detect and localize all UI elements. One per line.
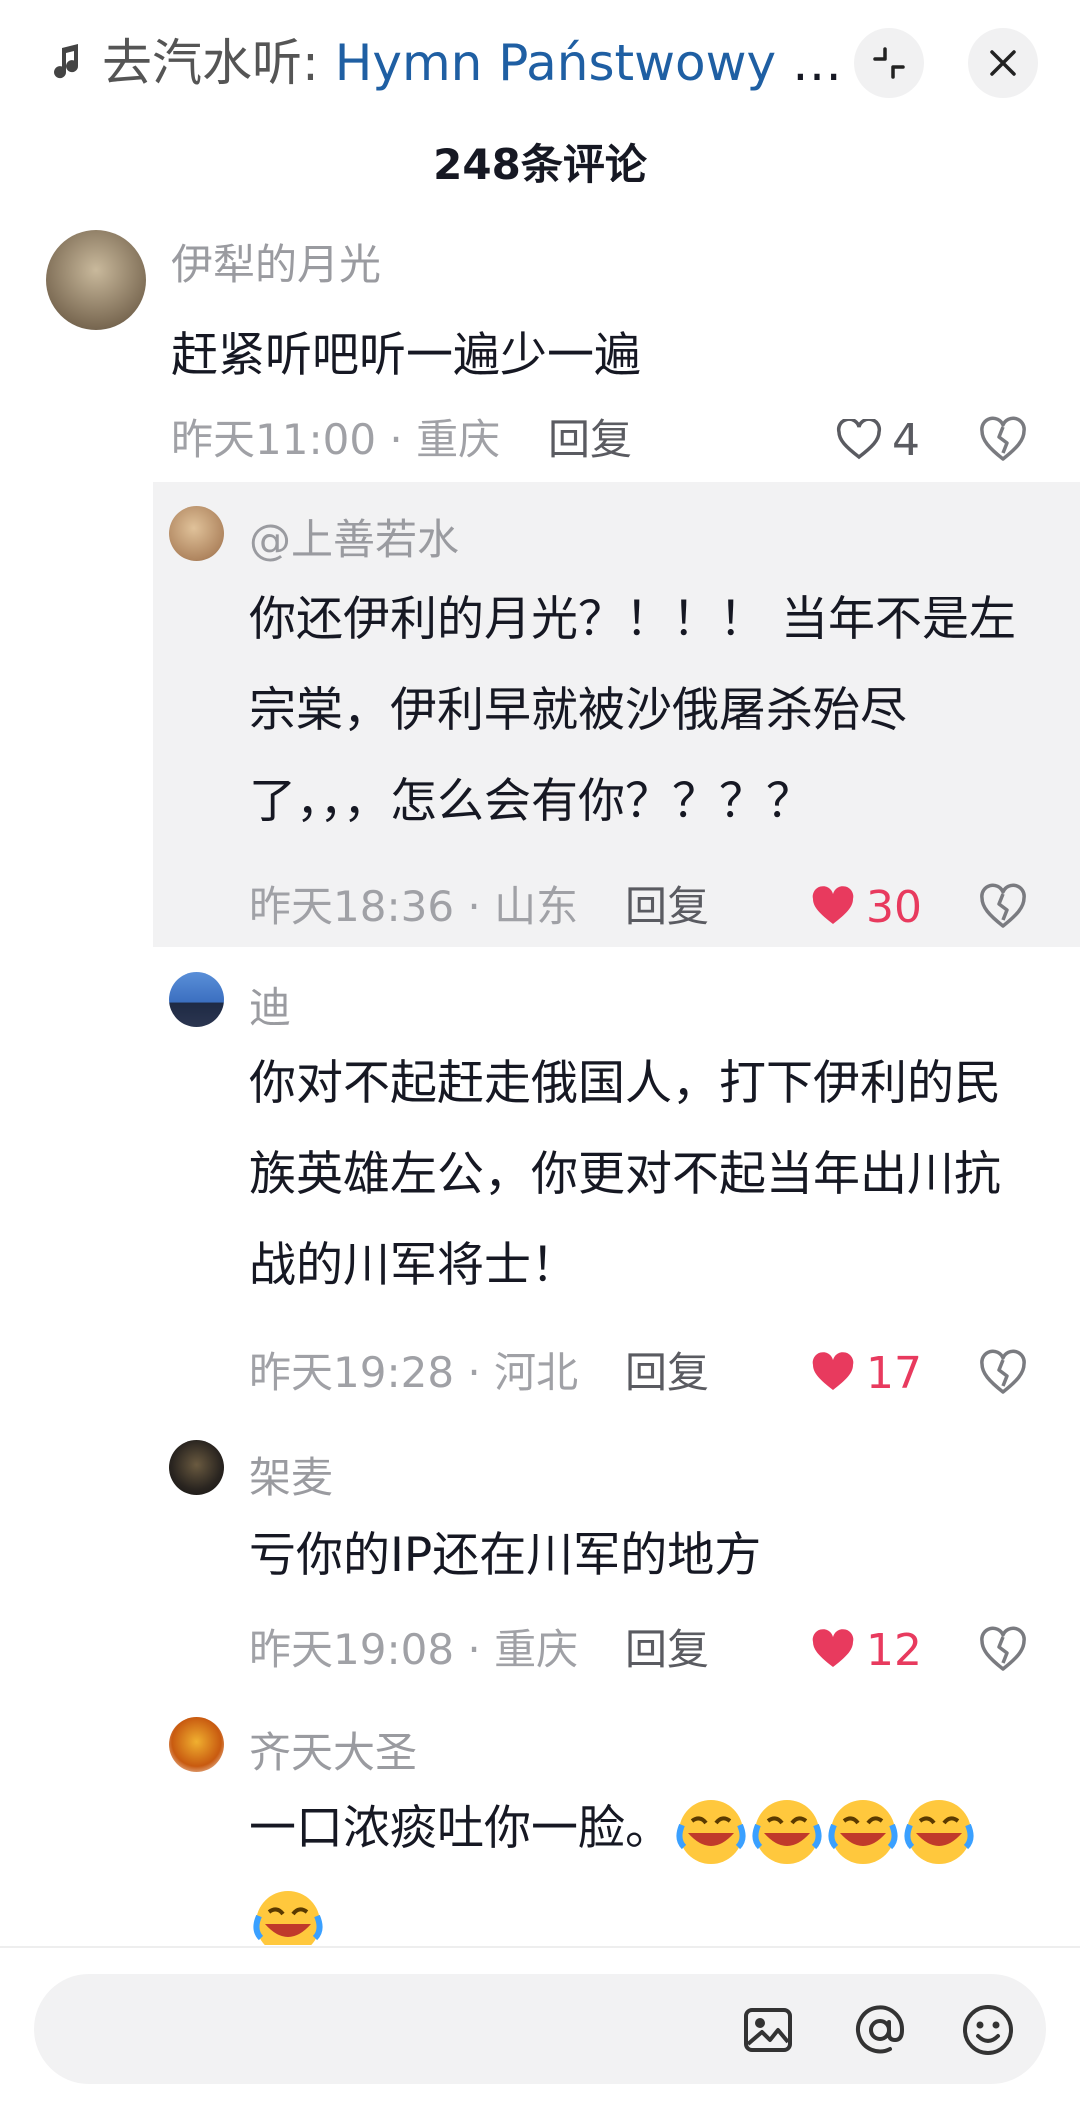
- emoji-face-icon[interactable]: [958, 2000, 1018, 2060]
- comment-text: 亏你的IP还在川军的地方: [249, 1528, 762, 1583]
- laughing-crying-emoji: [904, 1799, 974, 1864]
- like-count: 17: [866, 1347, 922, 1399]
- comment-item: 架麦 亏你的IP还在川军的地方 昨天19:08 · 重庆 回复 12: [0, 1430, 1080, 1676]
- avatar[interactable]: [169, 972, 224, 1027]
- listen-on-app-link[interactable]: 去汽水听: Hymn Państwowy U...: [102, 28, 842, 98]
- comment-username[interactable]: 伊犁的月光: [171, 237, 381, 293]
- dislike-heart-icon[interactable]: [978, 415, 1028, 465]
- comment-username[interactable]: @上善若水: [249, 512, 459, 568]
- comment-panel-header: 去汽水听: Hymn Państwowy U... 248条评论: [0, 0, 1080, 200]
- comment-item-highlighted: @上善若水 你还伊利的月光？！！！ 当年不是左宗棠，伊利早就被沙俄屠杀殆尽了，，…: [153, 482, 1080, 947]
- comment-count-title: 248条评论: [433, 140, 647, 189]
- shrink-icon: [873, 47, 905, 79]
- shrink-button[interactable]: [854, 28, 924, 98]
- comment-item: 齐天大圣 一口浓痰吐你一脸。: [0, 1705, 1080, 1945]
- comment-meta: 昨天18:36 · 山东: [249, 882, 579, 931]
- like-count: 4: [892, 414, 920, 466]
- dislike-heart-icon[interactable]: [978, 882, 1028, 932]
- laughing-crying-emoji: [676, 1799, 746, 1864]
- avatar[interactable]: [46, 230, 146, 330]
- heart-icon: [812, 1352, 854, 1390]
- song-title: Hymn Państwowy U...: [334, 34, 842, 92]
- comment-meta: 昨天11:00 · 重庆: [171, 415, 501, 464]
- comment-username[interactable]: 架麦: [249, 1450, 333, 1506]
- comment-meta: 昨天19:28 · 河北: [249, 1348, 579, 1397]
- laughing-crying-emoji: [828, 1799, 898, 1864]
- like-button[interactable]: 30: [810, 879, 922, 935]
- laughing-crying-emoji: [752, 1799, 822, 1864]
- comment-item: 迪 你对不起赶走俄国人，打下伊利的民族英雄左公，你更对不起当年出川抗战的川军将士…: [0, 960, 1080, 1400]
- like-count: 30: [866, 881, 922, 933]
- avatar[interactable]: [169, 1440, 224, 1495]
- comment-item: 伊犁的月光 赶紧听吧听一遍少一遍 昨天11:00 · 重庆 回复 4: [0, 225, 1080, 475]
- laughing-crying-emoji: [253, 1890, 323, 1945]
- like-button[interactable]: 17: [810, 1345, 922, 1401]
- comment-text: 一口浓痰吐你一脸。: [249, 1783, 1039, 1945]
- reply-button[interactable]: 回复: [625, 879, 709, 935]
- comment-text-body: 一口浓痰吐你一脸。: [249, 1801, 672, 1856]
- heart-icon: [812, 1629, 854, 1667]
- like-count: 12: [866, 1624, 922, 1676]
- reply-button[interactable]: 回复: [548, 412, 632, 468]
- avatar[interactable]: [169, 506, 224, 561]
- like-button[interactable]: 12: [810, 1622, 922, 1678]
- listen-prefix: 去汽水听:: [102, 34, 335, 92]
- music-note-icon: [54, 44, 79, 79]
- close-button[interactable]: [968, 28, 1038, 98]
- comment-text: 赶紧听吧听一遍少一遍: [171, 328, 641, 383]
- comment-username[interactable]: 迪: [249, 980, 291, 1036]
- heart-icon: [836, 419, 882, 460]
- avatar[interactable]: [169, 1717, 224, 1772]
- dislike-heart-icon[interactable]: [978, 1625, 1028, 1675]
- comment-text: 你对不起赶走俄国人，打下伊利的民族英雄左公，你更对不起当年出川抗战的川军将士！: [249, 1056, 1001, 1293]
- at-icon[interactable]: [850, 2000, 910, 2060]
- image-icon[interactable]: [738, 2000, 798, 2060]
- close-icon: [990, 50, 1016, 76]
- like-button[interactable]: 4: [836, 412, 920, 468]
- comment-input-bar: [0, 1946, 1080, 2108]
- reply-button[interactable]: 回复: [625, 1622, 709, 1678]
- reply-button[interactable]: 回复: [625, 1345, 709, 1401]
- comment-input[interactable]: [74, 1994, 718, 2066]
- comment-meta: 昨天19:08 · 重庆: [249, 1625, 579, 1674]
- comment-text: 你还伊利的月光？！！！ 当年不是左宗棠，伊利早就被沙俄屠杀殆尽了，，，怎么会有你…: [249, 592, 1016, 829]
- comment-username[interactable]: 齐天大圣: [249, 1725, 417, 1781]
- comment-input-box[interactable]: [34, 1974, 1046, 2084]
- dislike-heart-icon[interactable]: [978, 1348, 1028, 1398]
- heart-icon: [812, 886, 854, 924]
